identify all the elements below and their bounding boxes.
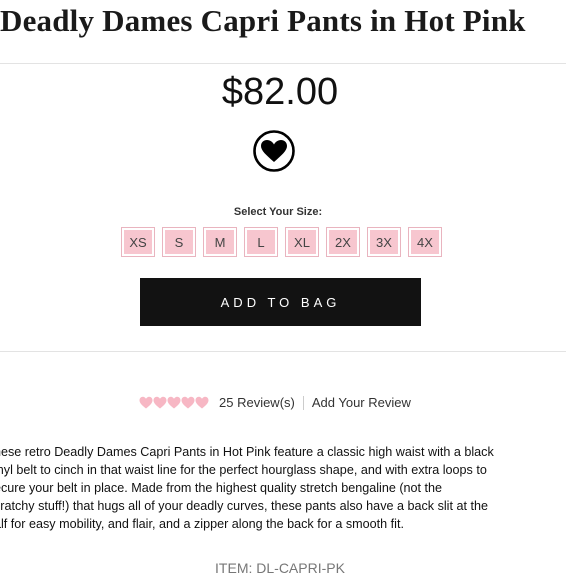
size-option-s[interactable]: S <box>162 227 196 257</box>
add-to-bag-button[interactable]: ADD TO BAG <box>140 278 421 326</box>
size-option-xs[interactable]: XS <box>121 227 155 257</box>
heart-rating-icon <box>153 396 167 409</box>
heart-rating-icon <box>181 396 195 409</box>
rating-hearts <box>139 396 209 409</box>
wishlist-heart-icon[interactable] <box>252 129 296 173</box>
heart-rating-icon <box>139 396 153 409</box>
description-line: cratchy stuff!) that hugs all of your de… <box>0 499 488 513</box>
review-count-link[interactable]: 25 Review(s) <box>219 395 295 410</box>
heart-rating-icon <box>167 396 181 409</box>
size-option-l[interactable]: L <box>244 227 278 257</box>
review-summary: 25 Review(s) Add Your Review <box>139 395 411 410</box>
top-divider <box>0 63 566 64</box>
size-option-m[interactable]: M <box>203 227 237 257</box>
middle-divider <box>0 351 566 352</box>
size-select-label: Select Your Size: <box>233 206 323 218</box>
size-option-4x[interactable]: 4X <box>408 227 442 257</box>
description-line: alf for easy mobility, and flair, and a … <box>0 517 404 531</box>
size-option-2x[interactable]: 2X <box>326 227 360 257</box>
product-description: hese retro Deadly Dames Capri Pants in H… <box>0 443 580 533</box>
description-line: ecure your belt in place. Made from the … <box>0 481 443 495</box>
add-review-link[interactable]: Add Your Review <box>312 395 411 410</box>
heart-rating-icon <box>195 396 209 409</box>
size-options: XS S M L XL 2X 3X 4X <box>121 227 442 257</box>
size-option-xl[interactable]: XL <box>285 227 319 257</box>
description-line: inyl belt to cinch in that waist line fo… <box>0 463 487 477</box>
item-code: ITEM: DL-CAPRI-PK <box>215 560 345 576</box>
description-line: hese retro Deadly Dames Capri Pants in H… <box>0 445 494 459</box>
product-price: $82.00 <box>221 71 339 113</box>
size-option-3x[interactable]: 3X <box>367 227 401 257</box>
review-separator <box>302 395 304 410</box>
product-title: Deadly Dames Capri Pants in Hot Pink <box>0 3 526 38</box>
